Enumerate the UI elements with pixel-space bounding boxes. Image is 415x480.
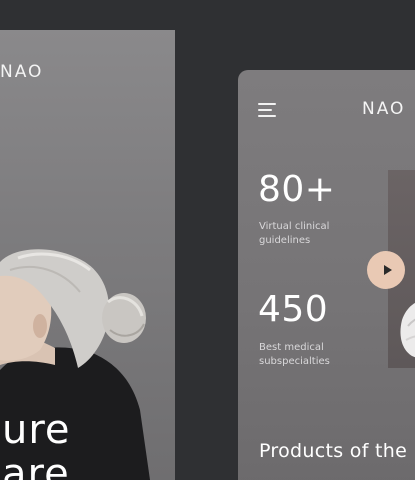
section-title: Products of the [259,440,408,462]
stat-label-subspecialties: Best medical subspecialties [259,342,330,367]
right-phone-screen: NAO 80+ Virtual clinical guidelines 450 … [238,70,415,480]
play-icon [383,265,392,275]
play-button[interactable] [367,251,405,289]
menu-line [258,109,272,111]
menu-line [258,115,276,117]
stat-value-guidelines: 80+ [258,169,336,210]
stat-value-subspecialties: 450 [258,289,329,330]
brand-logo: NAO [362,99,406,119]
left-phone-screen: NAO ure are [0,30,175,480]
brand-logo: NAO [0,62,44,82]
hero-heading-line-1: ure [2,407,71,453]
stat-label-guidelines: Virtual clinical guidelines [259,221,330,246]
hero-heading-line-2: are [2,451,70,480]
hamburger-menu-icon[interactable] [258,103,278,117]
menu-line [258,103,276,105]
